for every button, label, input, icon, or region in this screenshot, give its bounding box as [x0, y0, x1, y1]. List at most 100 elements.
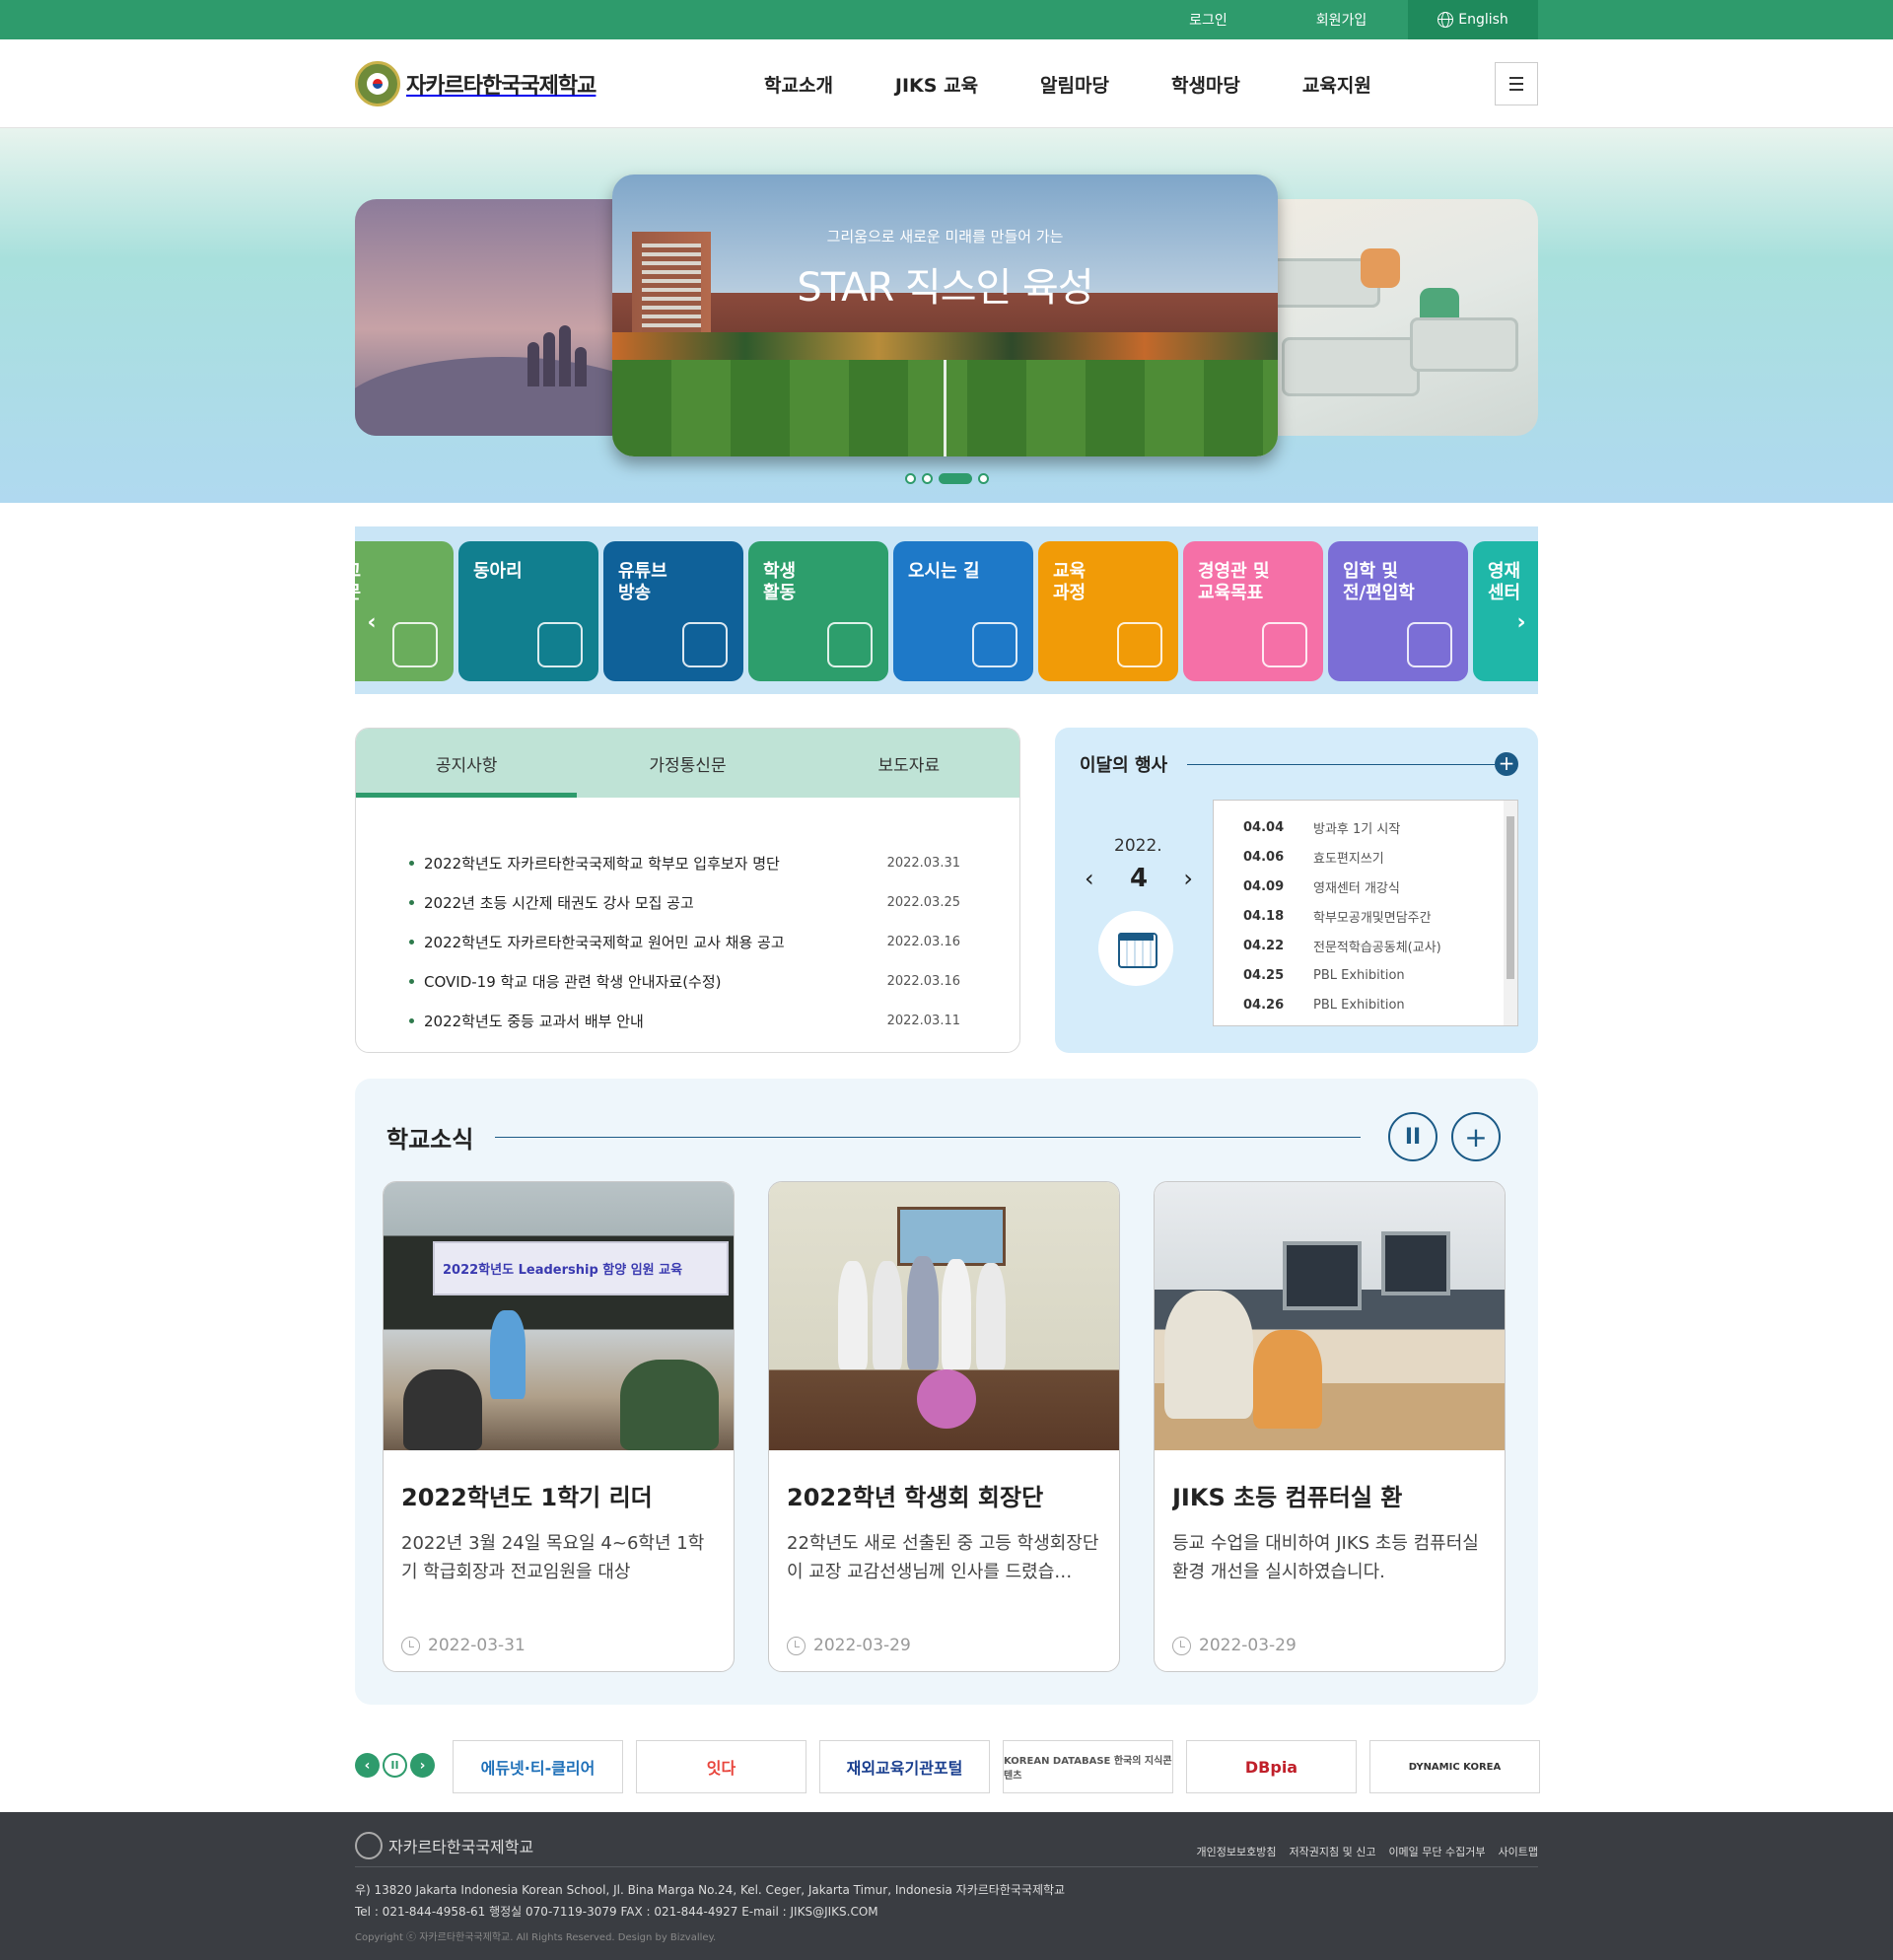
- hamburger-menu-button[interactable]: [1495, 62, 1538, 105]
- news-more-button[interactable]: +: [1451, 1112, 1501, 1161]
- event-row[interactable]: 04.06 효도편지쓰기: [1243, 842, 1517, 872]
- news-card-title: 2022학년도 1학기 리더: [401, 1484, 653, 1511]
- banner-item[interactable]: DYNAMIC KOREA: [1369, 1740, 1540, 1793]
- hero-dot-2[interactable]: [921, 473, 933, 484]
- quick-menu-item[interactable]: 경영관 및 교육목표: [1183, 541, 1323, 681]
- hero-slide-next[interactable]: [1242, 199, 1538, 436]
- news-card-desc: 22학년도 새로 선출된 중 고등 학생회장단이 교장 교감선생님께 인사를 드…: [787, 1533, 1099, 1582]
- top-utility-bar: 로그인 회원가입 English: [0, 0, 1893, 39]
- notice-item[interactable]: 2022학년도 중등 교과서 배부 안내 2022.03.11: [409, 1001, 960, 1040]
- events-month-selector: ‹ 4 ›: [1085, 864, 1193, 893]
- event-row[interactable]: 04.09 영재센터 개강식: [1243, 872, 1517, 901]
- event-name: 영재센터 개강식: [1313, 880, 1400, 896]
- notice-title[interactable]: 2022학년도 중등 교과서 배부 안내: [409, 1011, 644, 1031]
- site-logo[interactable]: 자카르타한국국제학교: [355, 61, 710, 106]
- notice-title[interactable]: 2022학년도 자카르타한국국제학교 학부모 입후보자 명단: [409, 853, 780, 874]
- quick-menu-item[interactable]: 오시는 길: [893, 541, 1033, 681]
- event-name: 학부모공개및면담주간: [1313, 910, 1432, 926]
- copyright-policy-link[interactable]: 저작권지침 및 신고: [1289, 1844, 1375, 1859]
- site-header: 자카르타한국국제학교 학교소개 JIKS 교육 알림마당 학생마당 교육지원: [0, 39, 1893, 128]
- notice-item[interactable]: 2022학년도 자카르타한국국제학교 학부모 입후보자 명단 2022.03.31: [409, 843, 960, 882]
- notice-item[interactable]: 2022학년도 자카르타한국국제학교 원어민 교사 채용 공고 2022.03.1…: [409, 922, 960, 961]
- banner-item[interactable]: KOREAN DATABASE 한국의 지식콘텐츠: [1003, 1740, 1173, 1793]
- notice-item[interactable]: COVID-19 학교 대응 관련 학생 안내자료(수정) 2022.03.16: [409, 961, 960, 1001]
- notice-title[interactable]: 2022년 초등 시간제 태권도 강사 모집 공고: [409, 892, 694, 913]
- login-link[interactable]: 로그인: [1142, 0, 1275, 39]
- hero-slide-prev[interactable]: [355, 199, 651, 436]
- notice-title[interactable]: COVID-19 학교 대응 관련 학생 안내자료(수정): [409, 971, 722, 992]
- hero-slide-active[interactable]: 그리움으로 새로운 미래를 만들어 가는 STAR 직스인 육성: [612, 175, 1278, 456]
- notice-title[interactable]: 2022학년도 자카르타한국국제학교 원어민 교사 채용 공고: [409, 932, 785, 952]
- event-name: PBL Exhibition: [1313, 997, 1405, 1013]
- quick-menu-prev-button[interactable]: ‹: [357, 610, 386, 635]
- nav-item-support[interactable]: 교육지원: [1302, 71, 1371, 98]
- banner-item[interactable]: 에듀넷·티-클리어: [453, 1740, 623, 1793]
- news-card[interactable]: JIKS 초등 컴퓨터실 환 등교 수업을 대비하여 JIKS 초등 컴퓨터실 …: [1154, 1181, 1506, 1672]
- graduates-silhouette: [527, 308, 596, 386]
- news-card[interactable]: 2022학년도 Leadership 함양 임원 교육 2022학년도 1학기 …: [383, 1181, 735, 1672]
- tab-newsletter[interactable]: 가정통신문: [577, 729, 798, 798]
- quick-menu-item[interactable]: 입학 및 전/편입학: [1328, 541, 1468, 681]
- banner-item[interactable]: 잇다: [636, 1740, 806, 1793]
- month-next-button[interactable]: ›: [1183, 865, 1193, 892]
- event-row[interactable]: 04.18 학부모공개및면담주간: [1243, 901, 1517, 931]
- quick-menu-item[interactable]: 교육 과정: [1038, 541, 1178, 681]
- quick-menu-next-button[interactable]: ›: [1507, 610, 1536, 635]
- banner-pause-button[interactable]: II: [383, 1753, 407, 1778]
- hero-dot-1[interactable]: [904, 473, 916, 484]
- events-scrollbar[interactable]: [1504, 801, 1517, 1025]
- nav-item-education[interactable]: JIKS 교육: [895, 71, 978, 98]
- book-reader-icon: [392, 622, 438, 667]
- event-row[interactable]: 04.04 방과후 1기 시작: [1243, 812, 1517, 842]
- video-icon: [682, 622, 728, 667]
- news-card-desc: 등교 수업을 대비하여 JIKS 초등 컴퓨터실 환경 개선을 실시하였습니다.: [1172, 1533, 1479, 1582]
- notice-date: 2022.03.16: [886, 973, 960, 989]
- sitemap-link[interactable]: 사이트맵: [1499, 1844, 1538, 1859]
- tab-press[interactable]: 보도자료: [799, 729, 1019, 798]
- privacy-policy-link[interactable]: 개인정보보호방침: [1197, 1844, 1277, 1859]
- event-name: 효도편지쓰기: [1313, 851, 1384, 867]
- news-card-desc: 2022년 3월 24일 목요일 4~6학년 1학기 학급회장과 전교임원을 대…: [401, 1533, 705, 1582]
- banner-item[interactable]: DBpia: [1186, 1740, 1357, 1793]
- photo-banner-text: 2022학년도 Leadership 함양 임원 교육: [443, 1263, 683, 1278]
- banner-prev-button[interactable]: ‹: [355, 1753, 380, 1778]
- divider: [355, 1866, 1538, 1867]
- banner-next-button[interactable]: ›: [410, 1753, 435, 1778]
- nav-item-about[interactable]: 학교소개: [764, 71, 833, 98]
- tab-notice[interactable]: 공지사항: [356, 729, 578, 798]
- news-card-date: 2022-03-31: [428, 1636, 526, 1655]
- english-link[interactable]: English: [1408, 0, 1538, 39]
- network-icon: [537, 622, 583, 667]
- notice-board: 공지사항 가정통신문 보도자료 2022학년도 자카르타한국국제학교 학부모 입…: [355, 728, 1020, 1053]
- email-refusal-link[interactable]: 이메일 무단 수집거부: [1388, 1844, 1485, 1859]
- notice-list: 2022학년도 자카르타한국국제학교 학부모 입후보자 명단 2022.03.31…: [356, 798, 1019, 1040]
- quick-menu-item[interactable]: 동아리: [458, 541, 598, 681]
- event-row[interactable]: 04.26 PBL Exhibition: [1243, 990, 1517, 1019]
- event-row[interactable]: 04.25 PBL Exhibition: [1243, 960, 1517, 990]
- events-more-button[interactable]: +: [1495, 752, 1518, 776]
- quick-menu-label: 오시는 길: [908, 561, 980, 582]
- hero-title: STAR 직스인 육성: [797, 265, 1093, 311]
- quick-menu: 학교 신문 동아리 유튜브 방송 학생 활동 오시는 길 교육 과정 경영관 및 교육목표 입…: [355, 526, 1538, 694]
- hero-dot-3[interactable]: [938, 473, 972, 484]
- hero-pagination: [355, 473, 1538, 484]
- events-list: 04.04 방과후 1기 시작 04.06 효도편지쓰기 04.09 영재센터 개강식…: [1213, 800, 1518, 1026]
- event-row[interactable]: 04.22 전문적학습공동체(교사): [1243, 931, 1517, 960]
- nav-item-students[interactable]: 학생마당: [1171, 71, 1240, 98]
- banner-item[interactable]: 재외교육기관포털: [819, 1740, 990, 1793]
- nav-item-notice[interactable]: 알림마당: [1040, 71, 1109, 98]
- quick-menu-label: 동아리: [473, 561, 523, 582]
- news-pause-button[interactable]: II: [1388, 1112, 1437, 1161]
- news-card[interactable]: 2022학년 학생회 회장단 22학년도 새로 선출된 중 고등 학생회장단이 …: [768, 1181, 1120, 1672]
- monthly-events: 이달의 행사 + 2022. ‹ 4 › 04.04 방과후 1기 시작 04.0…: [1055, 728, 1538, 1053]
- school-news: 학교소식 II + 2022학년도 Leadership 함양 임원 교육 20…: [355, 1079, 1538, 1705]
- event-date: 04.26: [1243, 997, 1285, 1013]
- quick-menu-item[interactable]: 학생 활동: [748, 541, 888, 681]
- notice-item[interactable]: 2022년 초등 시간제 태권도 강사 모집 공고 2022.03.25: [409, 882, 960, 922]
- join-link[interactable]: 회원가입: [1275, 0, 1408, 39]
- clock-icon: [401, 1636, 420, 1655]
- quick-menu-item[interactable]: 유튜브 방송: [603, 541, 743, 681]
- event-name: PBL Exhibition: [1313, 967, 1405, 983]
- month-prev-button[interactable]: ‹: [1085, 865, 1094, 892]
- hero-dot-4[interactable]: [977, 473, 989, 484]
